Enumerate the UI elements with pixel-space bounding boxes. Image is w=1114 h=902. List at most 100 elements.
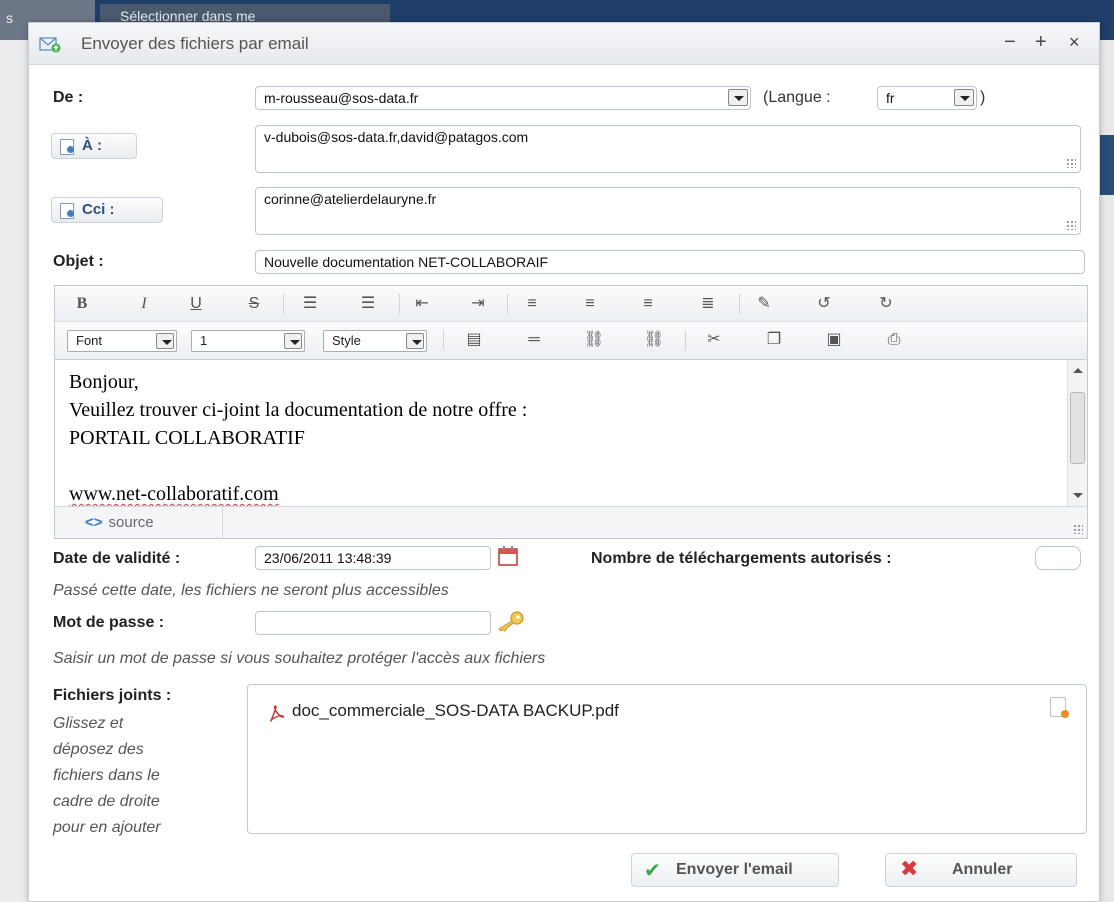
rich-text-editor: B I U S ☰ ☰ ⇤ ⇥ ≡ ≡ ≡ ≣ ✎ ↺ ↻ Font 1 Sty…: [54, 285, 1088, 539]
from-select[interactable]: m-rousseau@sos-data.fr: [255, 86, 751, 110]
subject-label: Objet :: [53, 253, 104, 270]
key-icon[interactable]: [493, 609, 525, 633]
attachments-help-line: pour en ajouter: [53, 819, 161, 836]
chevron-down-icon: [284, 333, 302, 349]
ordered-list-icon[interactable]: ☰: [297, 292, 323, 316]
attachment-filename[interactable]: doc_commerciale_SOS-DATA BACKUP.pdf: [292, 701, 619, 721]
align-left-icon[interactable]: ≡: [519, 292, 545, 316]
pdf-file-icon: [270, 705, 284, 723]
scroll-up-icon[interactable]: [1073, 368, 1083, 373]
resize-grip-icon[interactable]: [1066, 220, 1076, 230]
scroll-down-icon[interactable]: [1073, 493, 1083, 498]
body-line: PORTAIL COLLABORATIF: [69, 427, 305, 449]
send-email-button[interactable]: ✔ Envoyer l'email: [631, 853, 839, 887]
resize-grip-icon[interactable]: [1073, 524, 1083, 534]
editor-statusbar: <> source: [55, 506, 1087, 539]
from-label: De :: [53, 89, 84, 106]
validity-date-input[interactable]: 23/06/2011 13:48:39: [255, 546, 491, 570]
toolbar-divider: [507, 294, 508, 314]
editor-toolbar-format: B I U S ☰ ☰ ⇤ ⇥ ≡ ≡ ≡ ≣ ✎ ↺ ↻: [55, 286, 1087, 322]
chevron-down-icon: [954, 89, 974, 106]
source-toggle-button[interactable]: <> source: [55, 507, 223, 539]
cancel-x-icon: ✖: [900, 856, 919, 881]
bcc-address-book-button[interactable]: Cci :: [51, 197, 163, 223]
align-right-icon[interactable]: ≡: [635, 292, 661, 316]
password-input[interactable]: [255, 611, 491, 635]
attachments-help-line: cadre de droite: [53, 793, 160, 810]
chevron-down-icon: [728, 89, 748, 106]
redo-icon[interactable]: ↻: [873, 292, 899, 316]
subject-input-value: Nouvelle documentation NET-COLLABORAIF: [264, 254, 549, 270]
resize-grip-icon[interactable]: [1066, 158, 1076, 168]
validity-label: Date de validité :: [53, 550, 181, 567]
undo-icon[interactable]: ↺: [811, 292, 837, 316]
validity-date-value: 23/06/2011 13:48:39: [264, 550, 392, 566]
editor-toolbar-style: Font 1 Style ▤ ═ ⛓ ⛓ ✂ ❐ ▣ ⎙: [55, 322, 1087, 360]
language-paren: ): [980, 89, 986, 106]
font-select[interactable]: Font: [67, 330, 177, 352]
cut-icon[interactable]: ✂: [701, 328, 727, 352]
align-center-icon[interactable]: ≡: [577, 292, 603, 316]
to-label: À :: [82, 137, 102, 154]
attachments-dropzone[interactable]: doc_commerciale_SOS-DATA BACKUP.pdf: [247, 684, 1087, 834]
add-file-icon[interactable]: [1050, 697, 1069, 718]
language-label: (Langue :: [763, 89, 831, 106]
language-select[interactable]: fr: [877, 86, 977, 110]
checkmark-icon: ✔: [644, 860, 661, 882]
underline-button[interactable]: U: [183, 292, 209, 316]
background-right-accent: [1100, 135, 1114, 195]
horizontal-rule-icon[interactable]: ═: [521, 328, 547, 352]
attachments-help-line: déposez des: [53, 741, 144, 758]
size-select-value: 1: [200, 333, 208, 348]
from-select-value: m-rousseau@sos-data.fr: [264, 90, 419, 106]
close-button[interactable]: ×: [1069, 32, 1080, 53]
maximize-button[interactable]: +: [1035, 31, 1047, 54]
editor-content[interactable]: Bonjour, Veuillez trouver ci-joint la do…: [55, 360, 1087, 506]
code-icon: <>: [85, 514, 103, 531]
italic-button[interactable]: I: [131, 292, 157, 316]
dialog-titlebar[interactable]: Envoyer des fichiers par email − + ×: [29, 23, 1099, 65]
downloads-label: Nombre de téléchargements autorisés :: [591, 550, 892, 567]
style-select[interactable]: Style: [323, 330, 427, 352]
outdent-icon[interactable]: ⇤: [409, 292, 435, 316]
toolbar-divider: [443, 330, 444, 350]
bcc-label: Cci :: [82, 201, 115, 218]
body-line-link: www.net-collaboratif.com: [69, 483, 279, 505]
bcc-field[interactable]: corinne@atelierdelauryne.fr: [255, 187, 1081, 235]
copy-icon[interactable]: ❐: [761, 328, 787, 352]
font-select-value: Font: [76, 333, 103, 348]
to-address-book-button[interactable]: À :: [51, 133, 137, 159]
toolbar-divider: [685, 330, 686, 350]
insert-link-icon[interactable]: ⛓: [581, 328, 607, 352]
print-icon[interactable]: ⎙: [881, 328, 907, 352]
clear-format-icon[interactable]: ✎: [751, 292, 777, 316]
size-select[interactable]: 1: [191, 330, 305, 352]
source-label: source: [108, 514, 154, 531]
subject-input[interactable]: Nouvelle documentation NET-COLLABORAIF: [255, 250, 1085, 274]
align-justify-icon[interactable]: ≣: [695, 292, 721, 316]
calendar-icon[interactable]: [497, 545, 519, 567]
indent-icon[interactable]: ⇥: [465, 292, 491, 316]
bold-button[interactable]: B: [69, 292, 95, 316]
chevron-down-icon: [406, 333, 424, 349]
contact-book-icon: [60, 203, 74, 219]
attachments-help-line: Glissez et: [53, 715, 124, 732]
strikethrough-button[interactable]: S: [241, 292, 267, 316]
scrollbar-thumb[interactable]: [1070, 392, 1085, 464]
downloads-input[interactable]: [1035, 546, 1081, 570]
attachments-help-line: fichiers dans le: [53, 767, 160, 784]
cancel-button[interactable]: ✖ Annuler: [885, 853, 1077, 887]
minimize-button[interactable]: −: [1004, 31, 1016, 54]
unordered-list-icon[interactable]: ☰: [355, 292, 381, 316]
chevron-down-icon: [156, 333, 174, 349]
style-select-value: Style: [332, 333, 361, 348]
editor-scrollbar[interactable]: [1067, 360, 1087, 506]
bcc-field-value: corinne@atelierdelauryne.fr: [264, 191, 437, 207]
insert-image-icon[interactable]: ▤: [461, 328, 487, 352]
to-field-value: v-dubois@sos-data.fr,david@patagos.com: [264, 129, 529, 145]
body-line: Veuillez trouver ci-joint la documentati…: [69, 399, 528, 421]
paste-icon[interactable]: ▣: [821, 328, 847, 352]
to-field[interactable]: v-dubois@sos-data.fr,david@patagos.com: [255, 125, 1081, 173]
remove-link-icon[interactable]: ⛓: [641, 328, 667, 352]
send-email-label: Envoyer l'email: [676, 861, 793, 878]
